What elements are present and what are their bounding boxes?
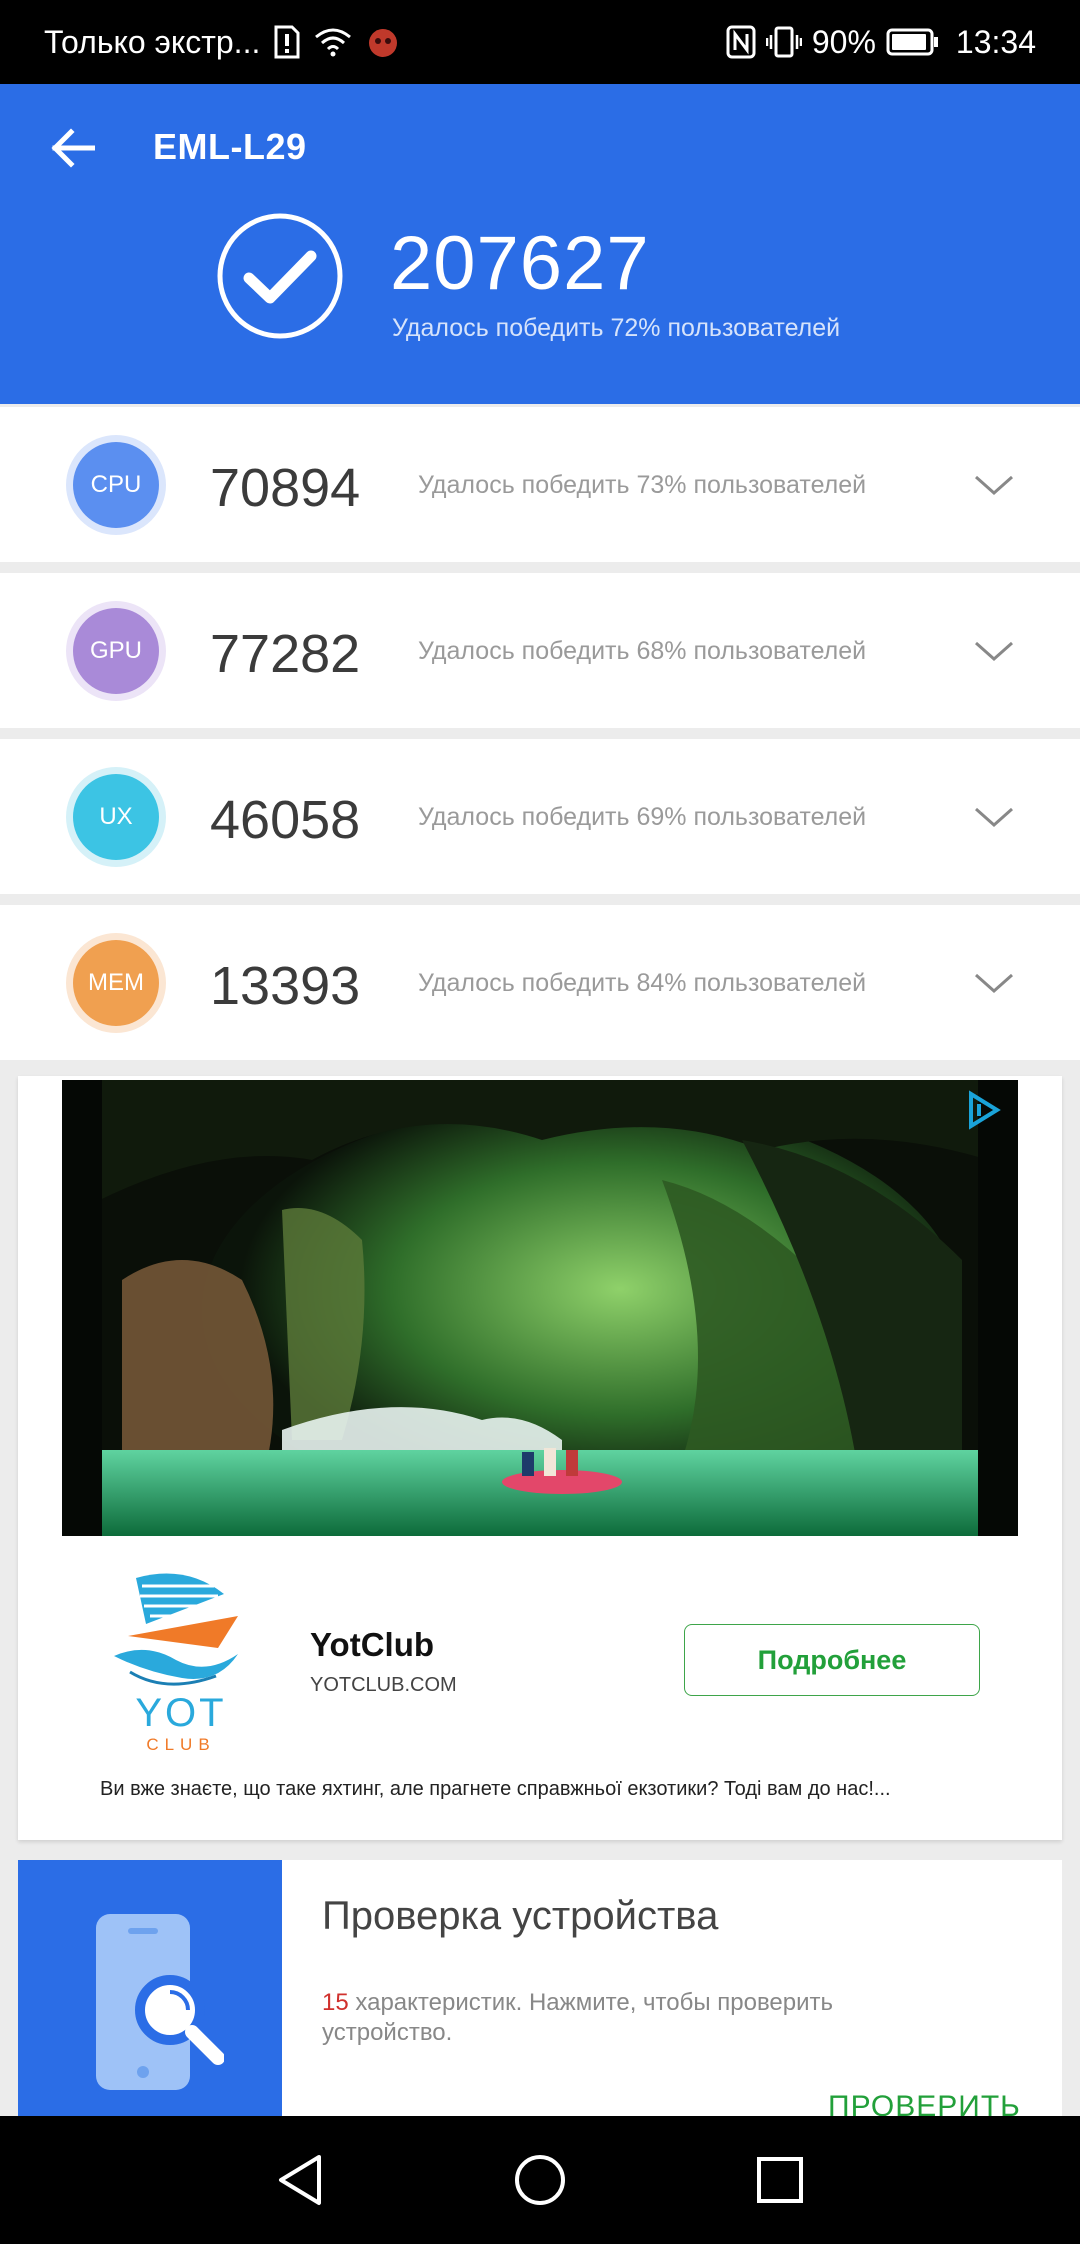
circle-home-icon: [515, 2155, 565, 2205]
mem-score: 13393: [210, 956, 361, 1016]
characteristics-count: 15: [322, 1989, 349, 2016]
sim-alert-icon: [274, 22, 300, 62]
advertiser-name[interactable]: YotClub: [310, 1626, 434, 1664]
cpu-score: 70894: [210, 458, 361, 518]
adchoices-icon[interactable]: [963, 1090, 1003, 1130]
badge-label: UX: [99, 803, 133, 830]
chevron-down-icon[interactable]: [972, 961, 1016, 1005]
chevron-down-icon[interactable]: [972, 629, 1016, 673]
badge-label: CPU: [90, 471, 142, 498]
square-recents-icon: [757, 2157, 803, 2203]
yotclub-logo: YOT CLUB: [106, 1564, 256, 1754]
score-row-cpu[interactable]: CPU 70894 Удалось победить 73% пользоват…: [0, 407, 1080, 562]
gpu-subtitle: Удалось победить 68% пользователей: [418, 637, 867, 665]
triangle-back-icon: [279, 2155, 321, 2205]
nav-home-button[interactable]: [510, 2150, 570, 2210]
wifi-icon: [314, 22, 352, 62]
ad-details-button[interactable]: Подробнее: [684, 1624, 980, 1696]
score-row-mem[interactable]: MEM 13393 Удалось победить 84% пользоват…: [0, 905, 1080, 1060]
advertiser-domain: YOTCLUB.COM: [310, 1674, 457, 1696]
score-row-gpu[interactable]: GPU 77282 Удалось победить 68% пользоват…: [0, 573, 1080, 728]
nfc-icon: [726, 22, 756, 62]
arrow-left-icon: [51, 128, 95, 168]
badge-label: GPU: [89, 637, 142, 664]
ux-score: 46058: [210, 790, 361, 850]
total-score-subtitle: Удалось победить 72% пользователей: [392, 314, 841, 342]
chevron-down-icon[interactable]: [972, 795, 1016, 839]
nav-recents-button[interactable]: [750, 2150, 810, 2210]
device-check-text: характеристик. Нажмите, чтобы проверить …: [322, 1989, 834, 2046]
cpu-badge: CPU: [66, 435, 166, 535]
phone-search-icon: [96, 1914, 224, 2090]
gpu-badge: GPU: [66, 601, 166, 701]
chevron-down-icon[interactable]: [972, 463, 1016, 507]
ad-description: Ви вже знаєте, що таке яхтинг, але прагн…: [100, 1778, 891, 1800]
app-notification-icon: [366, 22, 400, 62]
ad-cave-image[interactable]: [62, 1080, 1018, 1536]
ad-card[interactable]: YOT CLUB YotClub YOTCLUB.COM Подробнее В…: [18, 1076, 1062, 1840]
mem-subtitle: Удалось победить 84% пользователей: [418, 969, 867, 997]
badge-label: MEM: [88, 969, 144, 996]
carrier-label: Только экстр...: [44, 23, 261, 60]
battery-percent: 90%: [811, 23, 876, 60]
ux-subtitle: Удалось победить 69% пользователей: [418, 803, 867, 831]
score-row-ux[interactable]: UX 46058 Удалось победить 69% пользовате…: [0, 739, 1080, 894]
check-circle-icon: [217, 213, 343, 339]
total-score: 207627: [390, 221, 650, 306]
cpu-subtitle: Удалось победить 73% пользователей: [418, 471, 867, 499]
battery-icon: [886, 22, 940, 62]
mem-badge: MEM: [66, 933, 166, 1033]
device-check-description: 15 характеристик. Нажмите, чтобы провери…: [322, 1988, 942, 2048]
clock: 13:34: [955, 23, 1036, 60]
device-check-title: Проверка устройства: [322, 1894, 719, 1938]
gpu-score: 77282: [210, 624, 361, 684]
vibrate-icon: [765, 22, 802, 62]
result-header: EML-L29 207627 Удалось победить 72% поль…: [0, 84, 1080, 404]
status-bar: Только экстр... 90% 13:34: [0, 0, 1080, 84]
back-button[interactable]: [36, 112, 108, 184]
logo-text: YOT: [135, 1691, 226, 1735]
ux-badge: UX: [66, 767, 166, 867]
logo-subtext: CLUB: [146, 1735, 215, 1754]
system-nav-bar: [0, 2116, 1080, 2244]
nav-back-button[interactable]: [270, 2150, 330, 2210]
device-model-title: EML-L29: [153, 126, 307, 167]
